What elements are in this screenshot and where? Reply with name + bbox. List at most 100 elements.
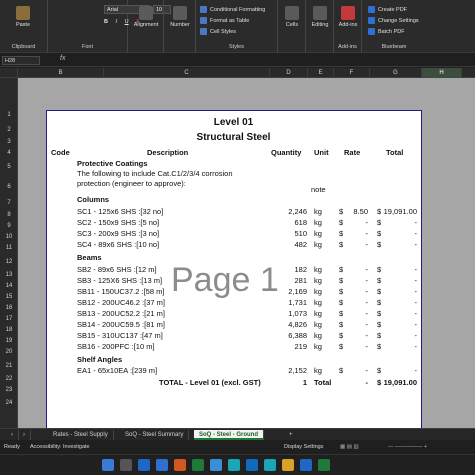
editing-button[interactable]: Editing [308,6,332,28]
app-icon[interactable] [156,459,168,471]
cell-styles-button[interactable]: Cell Styles [200,28,236,35]
column-header-d[interactable]: D [270,68,308,78]
tab-rates-steel-supply[interactable]: Rates - Steel Supply [48,430,114,440]
line-unit: kg [314,218,322,227]
search-icon[interactable] [120,459,132,471]
create-pdf-button[interactable]: Create PDF [368,6,407,13]
name-box[interactable]: H28 [2,56,40,65]
column-headers: B C D E F G H [0,68,475,78]
row-header[interactable]: 20 [0,349,18,355]
line-rate-symbol: $ [339,342,344,351]
row-header[interactable]: 1 [0,112,18,118]
row-header[interactable]: 7 [0,200,18,206]
edge-icon[interactable] [228,459,240,471]
line-total: - [414,298,418,307]
line-total: - [414,218,418,227]
line-description: SC3 - 200x9 SHS :[3 no] [77,229,160,238]
zoom-slider[interactable]: — ─────── + [388,440,427,454]
line-total: - [414,240,418,249]
column-header-c[interactable]: C [104,68,270,78]
line-rate-symbol: $ [339,240,344,249]
addins-group-label: Add-ins [338,44,357,50]
start-icon[interactable] [102,459,114,471]
line-unit: Total [314,378,332,387]
paste-button[interactable]: Paste [6,6,40,28]
app2-icon[interactable] [210,459,222,471]
batch-pdf-button[interactable]: Batch PDF [368,28,405,35]
row-header[interactable]: 18 [0,327,18,333]
line-unit: kg [314,287,322,296]
column-header-h[interactable]: H [422,68,462,78]
line-unit: kg [314,342,322,351]
row-header[interactable]: 9 [0,223,18,229]
line-description: SB14 - 200UC59.5 :[81 m] [77,320,165,329]
row-header[interactable]: 24 [0,400,18,406]
app4-icon[interactable] [300,459,312,471]
styles-group-label: Styles [229,44,244,50]
row-header[interactable]: 15 [0,294,18,300]
accessibility-status[interactable]: Accessibility: Investigate [30,440,90,454]
row-header[interactable]: 4 [0,150,18,156]
row-header[interactable]: 2 [0,127,18,133]
fx-icon[interactable]: fx [60,55,65,62]
display-settings-button[interactable]: Display Settings [284,440,323,454]
line-total: 19,091.00 [383,207,417,216]
select-all-corner[interactable] [0,68,18,78]
column-header-b[interactable]: B [18,68,104,78]
italic-button[interactable]: I [116,19,118,25]
row-header[interactable]: 8 [0,212,18,218]
add-sheet-button[interactable]: + [284,430,298,440]
column-header-e[interactable]: E [308,68,334,78]
tab-nav-next[interactable]: › [18,430,31,440]
conditional-formatting-button[interactable]: Conditional Formatting [200,6,265,13]
header-description: Description [147,148,189,157]
row-header[interactable]: 5 [0,164,18,170]
row-header[interactable]: 13 [0,272,18,278]
app3-icon[interactable] [264,459,276,471]
row-header[interactable]: 3 [0,139,18,145]
line-rate: - [365,265,369,274]
tab-soq-steel-ground[interactable]: SoQ - Steel - Ground [194,430,265,440]
tab-soq-steel-summary[interactable]: SoQ - Steel Summary [120,430,190,440]
word-icon[interactable] [138,459,150,471]
column-header-g[interactable]: G [370,68,422,78]
row-header[interactable]: 12 [0,259,18,265]
column-header-f[interactable]: F [334,68,370,78]
row-header[interactable]: 14 [0,283,18,289]
row-header[interactable]: 17 [0,316,18,322]
addins-button[interactable]: Add-ins [336,6,360,28]
row-header[interactable]: 19 [0,338,18,344]
paste-icon [16,6,30,20]
row-header[interactable]: 21 [0,363,18,369]
outlook-icon[interactable] [246,459,258,471]
line-rate-symbol: $ [339,320,344,329]
line-quantity: 2,246 [288,207,307,216]
excel2-icon[interactable] [318,459,330,471]
formula-input[interactable] [72,56,472,65]
sheet-title: Level 01 [213,117,254,128]
cells-button[interactable]: Cells [280,6,304,28]
row-header[interactable]: 16 [0,305,18,311]
clipboard-group-label: Clipboard [11,44,36,50]
font-group-label: Font [81,44,93,50]
number-button[interactable]: Number [166,6,194,28]
folder-icon[interactable] [282,459,294,471]
cells-group: Cells [278,0,306,53]
view-icons[interactable]: ▦ ▤ ▥ [340,440,359,454]
row-header[interactable]: 23 [0,387,18,393]
print-page: Level 01 Structural Steel Code Descripti… [46,110,422,428]
ribbon: Paste Clipboard Arial 10 B I U A Font Al… [0,0,475,53]
row-header[interactable]: 6 [0,184,18,190]
brave-icon[interactable] [174,459,186,471]
row-header[interactable]: 22 [0,376,18,382]
worksheet-grid[interactable]: 1 2 3 4 5 6 7 8 9 10 11 12 13 14 15 16 1… [0,78,475,428]
bold-button[interactable]: B [104,19,108,25]
excel-icon[interactable] [192,459,204,471]
alignment-button[interactable]: Alignment [130,6,162,28]
line-total: - [414,276,418,285]
row-header[interactable]: 10 [0,234,18,240]
format-as-table-button[interactable]: Format as Table [200,17,249,24]
row-header[interactable]: 11 [0,245,18,251]
line-description: Columns [77,195,110,204]
change-settings-button[interactable]: Change Settings [368,17,419,24]
